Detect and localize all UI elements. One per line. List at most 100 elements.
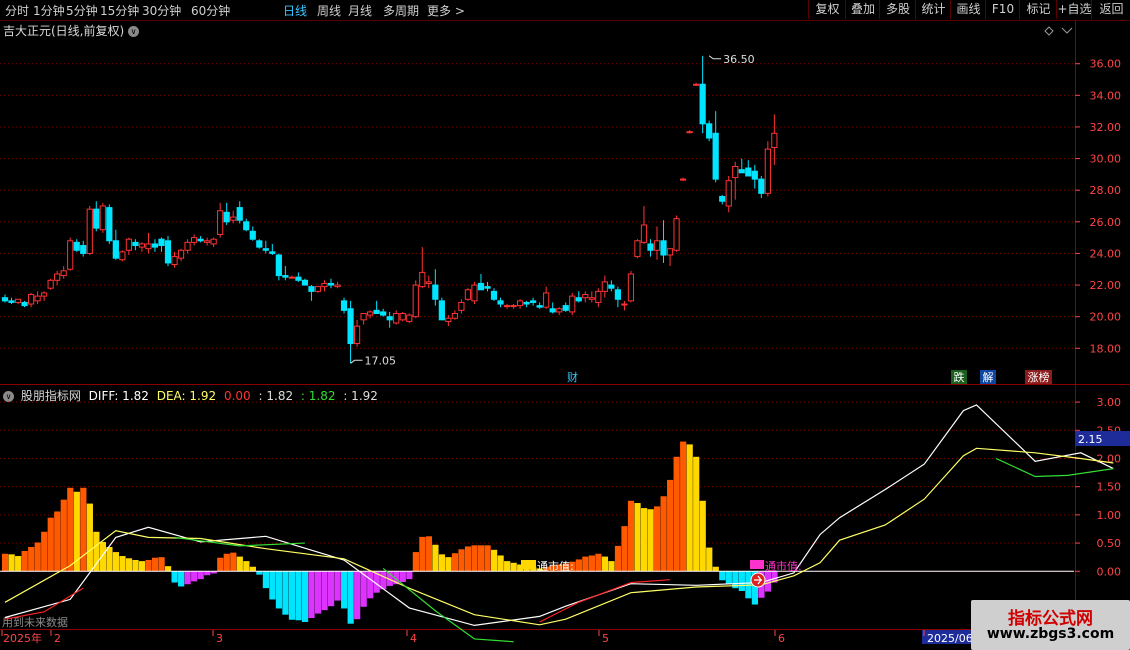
candle-body: [458, 301, 465, 311]
macd-bar: [243, 561, 250, 572]
macd-bar: [693, 456, 700, 572]
candle-body: [190, 237, 198, 243]
candle-body: [490, 290, 498, 300]
macd-bar: [425, 536, 432, 572]
badge-unlock: 解: [983, 370, 994, 384]
candle-body: [569, 295, 576, 313]
macd-bar: [41, 531, 48, 572]
date-label-1: 2: [54, 632, 61, 645]
candle-body: [464, 289, 472, 300]
macd-bar: [464, 546, 472, 572]
candle-body: [86, 208, 93, 254]
macd-bar: [510, 562, 517, 572]
macd-bar: [295, 571, 302, 621]
macd-bar: [347, 571, 354, 624]
candle-body: [34, 295, 41, 302]
macd-bar: [438, 554, 446, 572]
candle-body: [412, 284, 419, 318]
candle-body: [393, 313, 400, 324]
candle-body: [223, 211, 230, 223]
high-marker: [708, 55, 722, 60]
macd-bar: [595, 553, 602, 572]
macd-bar: [471, 545, 478, 572]
candle-body: [771, 132, 778, 149]
macd-bar: [301, 571, 309, 622]
candle-body: [217, 210, 224, 235]
macd-bar: [477, 545, 485, 572]
candle-body: [288, 276, 295, 279]
candle-body: [673, 218, 680, 251]
candle-body: [360, 313, 367, 321]
candle-body: [536, 305, 543, 308]
candle-body: [67, 240, 74, 270]
macd-bar: [601, 556, 609, 572]
candle-body: [327, 282, 335, 286]
candle-body: [614, 289, 621, 300]
candle-body: [419, 271, 426, 288]
candle-body: [758, 178, 765, 194]
macd-bar: [15, 556, 22, 572]
macd-bar: [484, 545, 491, 572]
macd-bar: [171, 571, 178, 583]
candle-body: [471, 284, 478, 302]
macd-bar: [582, 556, 589, 572]
macd-bar: [328, 571, 335, 607]
macd-bar: [660, 496, 667, 572]
macd-bar: [86, 503, 93, 572]
macd-bar: [54, 511, 61, 572]
watermark-url: www.zbgs3.com: [986, 626, 1115, 642]
candle-body: [582, 294, 589, 299]
candle-body: [699, 83, 706, 125]
price-tick-label-6: 24.00: [1090, 247, 1122, 260]
candle-body: [21, 301, 28, 307]
date-label-4: 5: [602, 632, 609, 645]
candle-body: [340, 300, 348, 311]
candle-body: [197, 238, 204, 242]
candle-body: [640, 224, 648, 243]
stock-chart[interactable]: 36.0034.0032.0030.0028.0026.0024.0022.00…: [0, 0, 1130, 650]
candle-body: [27, 294, 35, 305]
line-diff: [4, 404, 1114, 627]
candle-body: [334, 284, 341, 288]
macd-bar: [634, 503, 641, 572]
candle-body: [54, 273, 61, 281]
candle-body: [399, 313, 406, 321]
marketcap-marker-b: [750, 560, 764, 569]
candle-body: [732, 165, 739, 179]
low-price-label: 17.05: [365, 354, 397, 367]
macd-bar: [184, 571, 191, 585]
macd-bar: [204, 571, 211, 576]
indicator-tick-label-2: 2.00: [1097, 452, 1122, 465]
candle-body: [106, 207, 113, 242]
candle-body: [8, 300, 15, 303]
macd-bar: [2, 553, 9, 572]
candle-body: [530, 300, 537, 303]
marketcap-label-b: 通市值:: [765, 559, 802, 573]
macd-bar: [165, 566, 172, 572]
macd-bar: [367, 571, 374, 599]
marketcap-label-a: 通市值:: [537, 559, 574, 573]
macd-bar: [725, 571, 732, 585]
macd-bar: [282, 571, 289, 615]
candle-body: [516, 300, 524, 307]
candle-body: [556, 308, 563, 313]
macd-bar: [236, 556, 243, 572]
indicator-tick-label-6: 0.00: [1097, 565, 1122, 578]
chevron-down-icon: [1061, 27, 1073, 34]
badge-finance: 财: [567, 370, 578, 384]
candle-body: [308, 286, 315, 292]
macd-bar: [334, 571, 341, 601]
candle-body: [406, 314, 413, 322]
candle-body: [601, 281, 608, 292]
candle-body: [595, 290, 602, 303]
current-value-label: 2.15: [1078, 433, 1103, 446]
macd-bar: [217, 557, 224, 572]
macd-bar: [262, 571, 269, 589]
candle-body: [425, 281, 432, 284]
macd-bar: [197, 571, 204, 580]
date-label-3: 4: [410, 632, 417, 645]
candle-body: [295, 276, 302, 281]
candle-body: [184, 241, 191, 251]
candle-body: [301, 279, 309, 286]
candle-body: [1, 297, 9, 302]
